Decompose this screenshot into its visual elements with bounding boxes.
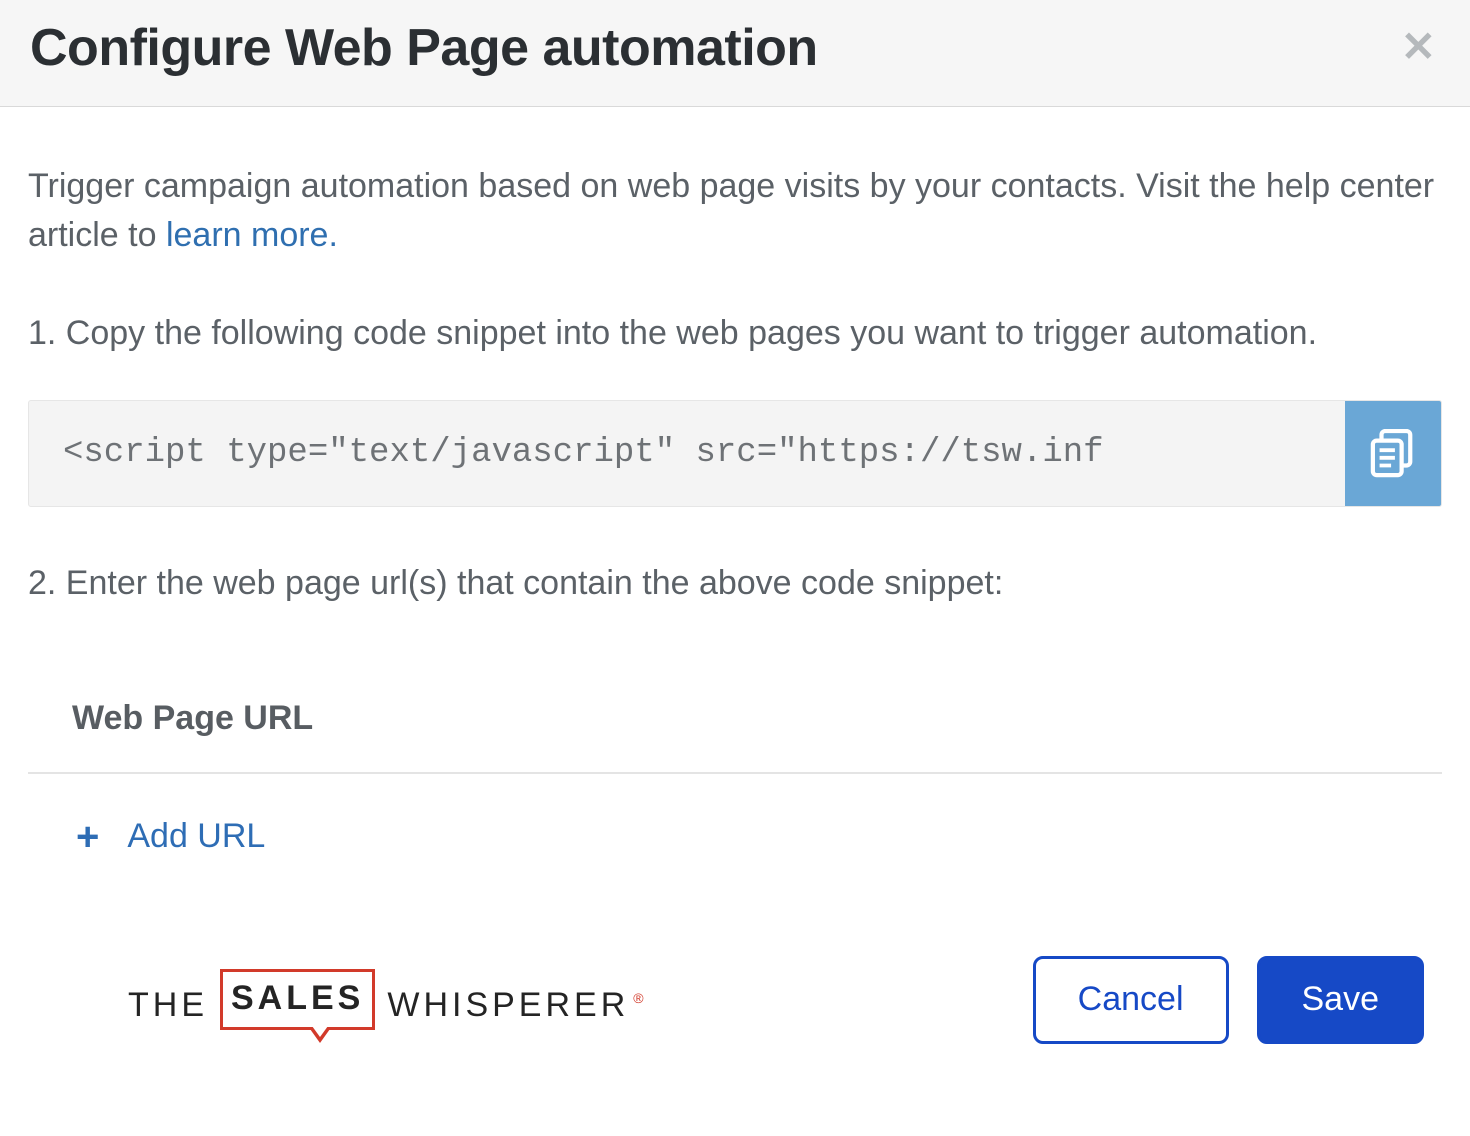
web-page-url-heading: Web Page URL bbox=[28, 650, 1442, 773]
save-button[interactable]: Save bbox=[1257, 956, 1425, 1044]
modal-body: Trigger campaign automation based on web… bbox=[0, 107, 1470, 1064]
code-snippet-text: <script type="text/javascript" src="http… bbox=[29, 401, 1345, 506]
modal-header: Configure Web Page automation ✕ bbox=[0, 0, 1470, 107]
close-icon: ✕ bbox=[1401, 23, 1436, 70]
logo-text: THE SALES WHISPERER ® bbox=[128, 969, 648, 1030]
action-buttons: Cancel Save bbox=[1033, 956, 1424, 1044]
cancel-button[interactable]: Cancel bbox=[1033, 956, 1229, 1044]
step-1-text: 1. Copy the following code snippet into … bbox=[28, 309, 1442, 358]
logo-part-sales: SALES bbox=[220, 969, 375, 1030]
add-url-button[interactable]: + Add URL bbox=[28, 774, 1442, 866]
copy-code-button[interactable] bbox=[1345, 401, 1441, 506]
plus-icon: + bbox=[76, 808, 99, 866]
brand-logo: THE SALES WHISPERER ® bbox=[128, 969, 648, 1030]
logo-part-the: THE bbox=[128, 981, 208, 1030]
step-2-text: 2. Enter the web page url(s) that contai… bbox=[28, 559, 1442, 608]
copy-icon bbox=[1370, 429, 1416, 479]
add-url-label: Add URL bbox=[127, 812, 265, 861]
code-snippet-box: <script type="text/javascript" src="http… bbox=[28, 400, 1442, 507]
close-button[interactable]: ✕ bbox=[1401, 18, 1440, 68]
intro-paragraph: Trigger campaign automation based on web… bbox=[28, 162, 1442, 261]
modal-title: Configure Web Page automation bbox=[30, 18, 818, 78]
footer-row: THE SALES WHISPERER ® Cancel Save bbox=[28, 866, 1442, 1044]
logo-part-whisperer: WHISPERER bbox=[387, 981, 629, 1030]
registered-mark-icon: ® bbox=[633, 988, 647, 1008]
learn-more-link[interactable]: learn more. bbox=[166, 216, 338, 254]
